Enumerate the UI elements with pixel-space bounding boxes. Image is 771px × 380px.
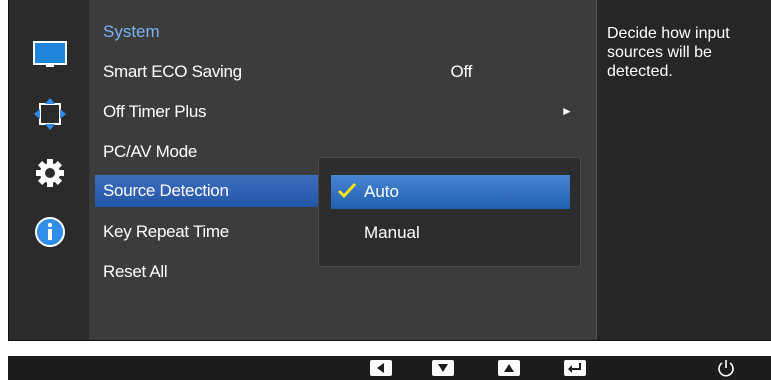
enter-icon[interactable] (564, 360, 586, 376)
menu-item-smart-eco-saving[interactable]: Smart ECO Saving Off (103, 56, 503, 88)
menu-item-label: Source Detection (103, 181, 229, 200)
monitor-icon[interactable] (32, 37, 68, 73)
option-label: Manual (364, 223, 420, 242)
submenu-arrow-icon: ► (561, 104, 573, 118)
menu-item-value: Off (450, 62, 473, 81)
gear-icon[interactable] (32, 155, 68, 191)
checkmark-icon (337, 182, 357, 199)
bottom-button-bar (8, 356, 771, 380)
down-arrow-icon[interactable] (432, 360, 454, 376)
help-panel: Decide how input sources will be detecte… (596, 0, 771, 340)
source-detection-submenu: Auto Manual (318, 157, 581, 267)
option-manual[interactable]: Manual (331, 216, 570, 250)
up-arrow-icon[interactable] (498, 360, 520, 376)
left-arrow-icon[interactable] (370, 360, 392, 376)
menu-item-label: Smart ECO Saving (103, 62, 242, 81)
menu-title: System (103, 22, 160, 41)
power-icon[interactable] (716, 358, 736, 378)
menu-item-label: Off Timer Plus (103, 102, 207, 121)
sidebar (9, 0, 89, 340)
menu-item-label: Key Repeat Time (103, 222, 229, 241)
option-auto[interactable]: Auto (331, 175, 570, 209)
help-text: Decide how input sources will be detecte… (607, 25, 730, 80)
menu-item-label: Reset All (103, 262, 168, 281)
menu-item-off-timer-plus[interactable]: Off Timer Plus (103, 96, 503, 128)
info-icon[interactable] (32, 214, 68, 250)
menu-item-label: PC/AV Mode (103, 142, 198, 161)
option-label: Auto (364, 182, 399, 201)
menu-item-source-detection[interactable]: Source Detection (95, 175, 327, 207)
move-arrows-icon[interactable] (32, 96, 68, 132)
